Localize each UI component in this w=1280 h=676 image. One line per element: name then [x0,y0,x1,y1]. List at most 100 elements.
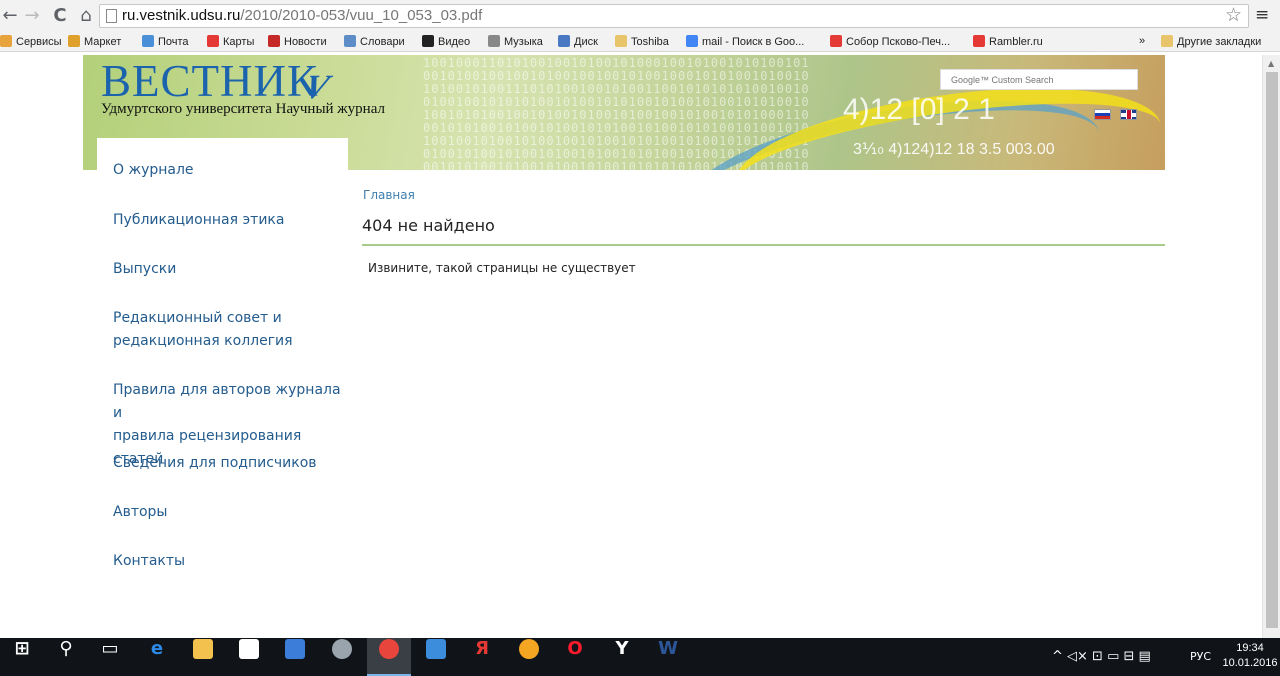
app-circle-glyph [332,639,352,659]
weather-glyph [519,639,539,659]
start-button[interactable]: ⊞ [0,638,44,676]
media-player-icon[interactable] [273,638,317,676]
home-icon[interactable]: ⌂ [76,5,96,27]
file-explorer-glyph [193,639,213,659]
other-bookmarks-label: Другие закладки [1177,36,1262,48]
url-text[interactable]: ru.vestnik.udsu.ru/2010/2010-053/vuu_10_… [122,7,482,24]
back-icon[interactable]: ← [0,5,20,27]
bookmark-item[interactable]: Собор Псково-Печ... [830,35,950,48]
bookmark-item[interactable]: Почта [142,35,189,48]
reload-icon[interactable]: C [50,5,70,27]
russian-flag-icon[interactable] [1094,109,1111,120]
scrollbar-thumb[interactable] [1266,72,1278,628]
windows-taskbar: ^ ◁× ⊡ ▭ ⊟ ▤ РУС 19:34 10.01.2016 ⊞ ⚲ ▭ e Я O… [0,638,1280,676]
bookmark-item[interactable]: mail - Поиск в Goo... [686,35,804,48]
journal-logo-title[interactable]: ВЕСТНИК [101,55,318,107]
bookmark-label: Новости [284,36,327,48]
journal-subtitle: Удмуртского университета Научный журнал [101,101,385,117]
bookmark-label: Музыка [504,36,543,48]
bookmark-label: Видео [438,36,471,48]
dictionary-icon [344,35,356,47]
bookmark-item[interactable]: Карты [207,35,254,48]
bookmark-item[interactable]: Сервисы [0,35,62,48]
bookmark-item[interactable]: Видео [422,35,470,48]
bookmark-label: Диск [574,36,598,48]
clock-date: 10.01.2016 [1222,657,1278,669]
task-view-icon[interactable]: ▭ [88,638,132,676]
file-explorer-icon[interactable] [181,638,225,676]
mail-app-glyph [426,639,446,659]
weather-icon[interactable] [507,638,551,676]
sidebar-menu: О журнале Публикационная этика Выпуски Р… [97,138,348,598]
mail-app-icon[interactable] [414,638,458,676]
page-title: 404 не найдено [362,216,495,235]
taskbar-clock[interactable]: 19:34 10.01.2016 [1222,641,1278,671]
sidebar-item-subscribers[interactable]: Сведения для подписчиков [113,452,317,475]
search-icon[interactable]: ⚲ [44,638,88,676]
media-player-glyph [285,639,305,659]
page-scrollbar[interactable]: ▲ [1262,55,1280,638]
bookmark-item[interactable]: Rambler.ru [973,35,1043,48]
system-tray-icons[interactable]: ^ ◁× ⊡ ▭ ⊟ ▤ [1052,649,1151,664]
mail-icon [142,35,154,47]
bookmarks-bar: Сервисы Маркет Почта Карты Новости Словари Вид… [0,32,1280,52]
sidebar-item-issues[interactable]: Выпуски [113,258,176,281]
sidebar-item-contacts[interactable]: Контакты [113,550,185,573]
yandex-icon [830,35,842,47]
word-icon[interactable]: W [646,638,690,676]
store-icon[interactable] [227,638,271,676]
address-bar-row: ← → C ⌂ ru.vestnik.udsu.ru/2010/2010-053… [0,0,1280,32]
google-icon [686,35,698,47]
yandex-browser-icon[interactable]: Y [600,638,644,676]
market-icon [68,35,80,47]
bookmark-item[interactable]: Маркет [68,35,121,48]
url-field[interactable]: ru.vestnik.udsu.ru/2010/2010-053/vuu_10_… [99,4,1249,28]
error-message: Извините, такой страницы не существует [368,261,636,275]
app-circle-icon[interactable] [320,638,364,676]
banner-numbers-lower: 3⅒ 4)124)12 18 3.5 003.00 [853,141,1055,158]
input-language[interactable]: РУС [1190,650,1211,663]
yandex-icon [973,35,985,47]
forward-icon[interactable]: → [22,5,42,27]
page-icon [106,9,117,23]
more-bookmarks-button[interactable]: » [1139,35,1145,47]
bookmark-item[interactable]: Словари [344,35,405,48]
news-icon [268,35,280,47]
bookmark-label: Rambler.ru [989,36,1043,48]
disk-icon [558,35,570,47]
folder-icon [1161,35,1173,47]
apps-icon [0,35,12,47]
bookmark-label: Маркет [84,36,122,48]
sidebar-item-ethics[interactable]: Публикационная этика [113,209,284,232]
clock-time: 19:34 [1236,642,1264,654]
yandex-app-icon[interactable]: Я [460,638,504,676]
breadcrumb-home[interactable]: Главная [363,188,415,202]
custom-search-box[interactable] [940,69,1138,90]
bookmark-star-icon[interactable]: ☆ [1225,4,1242,26]
map-pin-icon [207,35,219,47]
chrome-icon[interactable] [367,638,411,676]
browser-menu-icon[interactable]: ≡ [1255,5,1269,25]
bookmark-label: Собор Псково-Печ... [846,36,951,48]
bookmark-item[interactable]: Диск [558,35,598,48]
sidebar-item-editorial-board[interactable]: Редакционный совет и редакционная коллег… [113,307,293,353]
bookmark-label: Словари [360,36,405,48]
bookmark-label: Сервисы [16,36,62,48]
bookmark-item[interactable]: Музыка [488,35,543,48]
english-flag-icon[interactable] [1120,109,1137,120]
other-bookmarks-folder[interactable]: Другие закладки [1161,35,1261,48]
store-glyph [239,639,259,659]
bookmark-item[interactable]: Toshiba [615,35,669,48]
edge-icon[interactable]: e [135,638,179,676]
opera-icon[interactable]: O [553,638,597,676]
sidebar-item-about[interactable]: О журнале [113,159,194,182]
bookmark-label: Почта [158,36,189,48]
title-divider [362,244,1165,246]
bookmark-item[interactable]: Новости [268,35,327,48]
bookmark-label: Toshiba [631,36,669,48]
search-input[interactable] [941,70,1137,90]
bookmark-label: Карты [223,36,255,48]
sidebar-item-authors[interactable]: Авторы [113,501,168,524]
scroll-up-icon[interactable]: ▲ [1268,59,1274,68]
video-icon [422,35,434,47]
